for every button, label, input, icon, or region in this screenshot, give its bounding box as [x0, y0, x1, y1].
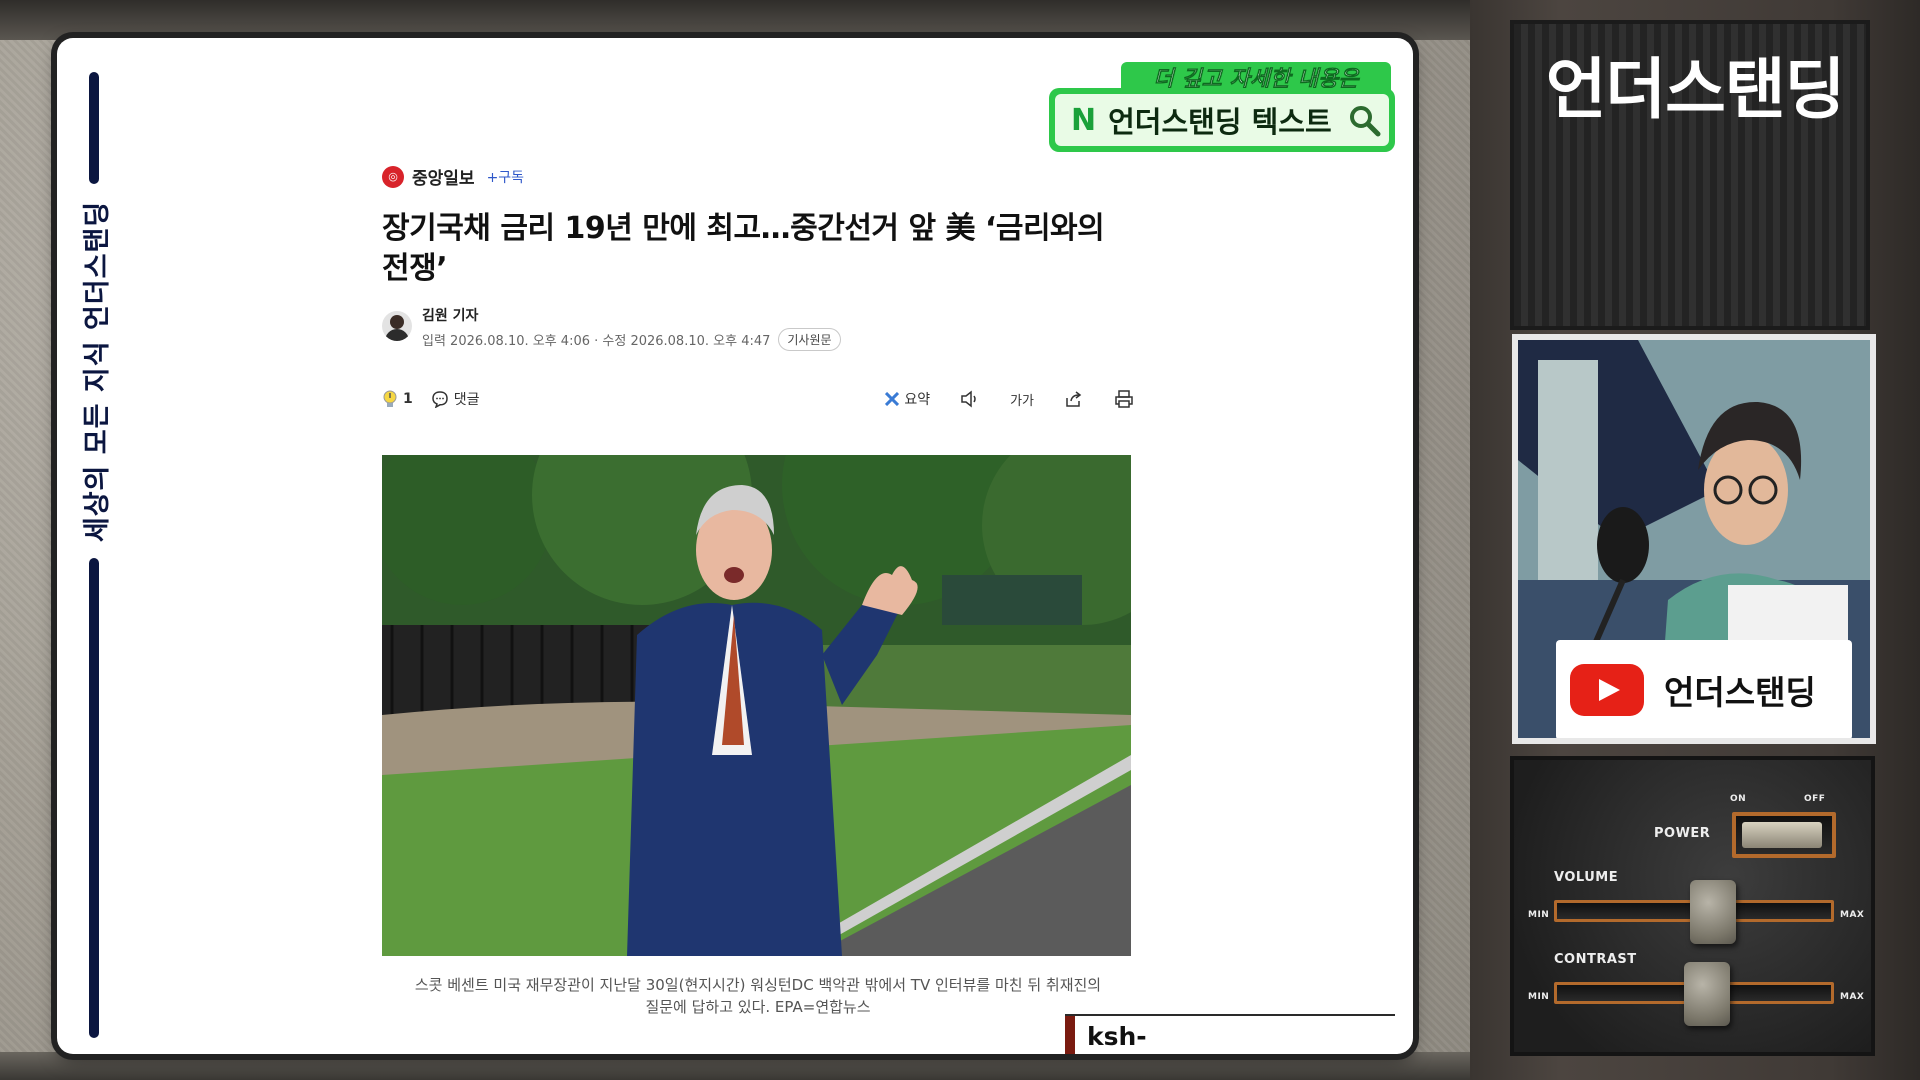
print-icon[interactable] — [1114, 390, 1134, 408]
reporter-avatar[interactable] — [382, 311, 412, 341]
power-switch-lever[interactable] — [1742, 822, 1822, 848]
reaction-count: 1 — [403, 391, 413, 407]
press-photo-image — [382, 455, 1131, 956]
side-bar-bottom — [89, 558, 99, 1038]
volume-slider-knob[interactable] — [1690, 880, 1736, 944]
contrast-label: CONTRAST — [1554, 952, 1637, 967]
subscribe-button[interactable]: +구독 — [487, 167, 525, 187]
youtube-channel-name: 언더스탠딩 — [1664, 673, 1816, 712]
contact-email-tag: ksh-3protv@outlook.kr — [1065, 1014, 1395, 1054]
article-toolbar: 1 댓글 요약 가가 — [382, 387, 1134, 411]
reaction-button[interactable]: 1 — [382, 389, 413, 409]
press-logo-icon[interactable]: ◎ — [382, 165, 404, 188]
font-size-button[interactable]: 가가 — [1010, 390, 1034, 409]
off-label: OFF — [1804, 794, 1826, 804]
article-dates: 입력 2026.08.10. 오후 4:06 · 수정 2026.08.10. … — [422, 334, 771, 349]
power-label: POWER — [1654, 826, 1711, 841]
press-name[interactable]: 중앙일보 — [412, 164, 475, 189]
news-article: ◎ 중앙일보 +구독 장기국채 금리 19년 만에 최고…중간선거 앞 美 ‘금… — [382, 164, 1134, 1018]
frame-top-edge — [0, 0, 1470, 40]
reaction-bulb-icon — [383, 390, 397, 407]
ai-summary-icon — [885, 392, 900, 406]
contrast-max-label: MAX — [1840, 992, 1865, 1002]
article-headline: 장기국채 금리 19년 만에 최고…중간선거 앞 美 ‘금리와의 전쟁’ — [382, 211, 1105, 286]
vertical-title: 세상의 모든 지식 언더스탠딩 — [82, 200, 114, 542]
summary-button[interactable]: 요약 — [885, 389, 930, 409]
original-article-button[interactable]: 기사원문 — [778, 328, 841, 351]
host-camera-feed: 언더스탠딩 — [1512, 334, 1876, 744]
promo-badge: 더 깊고 자세한 내용은 N 언더스탠딩 텍스트 — [1049, 62, 1395, 152]
summary-label: 요약 — [904, 392, 931, 408]
share-icon[interactable] — [1064, 390, 1084, 408]
comment-button[interactable]: 댓글 — [431, 389, 480, 409]
photo-caption: 스콧 베센트 미국 재무장관이 지난달 30일(현지시간) 워싱턴DC 백악관 … — [414, 976, 1102, 1016]
side-bar-top — [89, 72, 99, 184]
search-icon — [1350, 106, 1381, 137]
contrast-min-label: MIN — [1528, 992, 1550, 1002]
youtube-channel-card[interactable]: 언더스탠딩 — [1556, 640, 1852, 738]
volume-min-label: MIN — [1528, 910, 1550, 920]
promo-label: 언더스탠딩 텍스트 — [1108, 105, 1332, 139]
youtube-icon — [1570, 664, 1644, 716]
article-photo — [382, 455, 1131, 956]
comment-icon — [431, 391, 448, 408]
channel-logo: 언더스탠딩 — [1545, 51, 1846, 128]
naver-n-mark: N — [1071, 102, 1097, 138]
on-label: ON — [1730, 794, 1747, 804]
channel-sidebar: 언더스탠딩 언더스탠딩 ON OFF POWER VOLUME MIN MAX … — [1470, 0, 1920, 1080]
contact-email: ksh-3protv@outlook.kr — [1087, 1022, 1350, 1054]
contrast-slider-knob[interactable] — [1684, 962, 1730, 1026]
byline: 김원 기자 입력 2026.08.10. 오후 4:06 · 수정 2026.0… — [382, 305, 1134, 351]
article-screen: 세상의 모든 지식 언더스탠딩 더 깊고 자세한 내용은 N 언더스탠딩 텍스트… — [57, 38, 1413, 1054]
reporter-name[interactable]: 김원 기자 — [422, 305, 841, 325]
retro-control-panel: ON OFF POWER VOLUME MIN MAX CONTRAST MIN… — [1510, 756, 1875, 1056]
comment-label: 댓글 — [453, 392, 480, 408]
frame-bottom-edge — [0, 1052, 1470, 1080]
press-header: ◎ 중앙일보 +구독 — [382, 164, 1134, 189]
speaker-icon[interactable] — [960, 390, 980, 408]
volume-label: VOLUME — [1554, 870, 1619, 885]
volume-max-label: MAX — [1840, 910, 1865, 920]
